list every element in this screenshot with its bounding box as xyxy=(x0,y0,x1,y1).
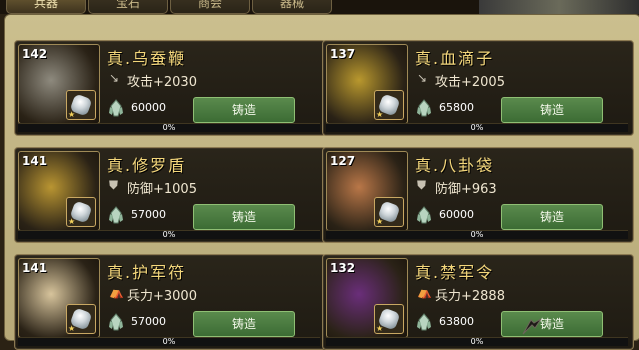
progress-label: 0% xyxy=(162,123,176,132)
star-icon: ★ xyxy=(376,217,384,226)
equipment-stat: 攻击+2030 xyxy=(127,75,197,90)
progress-label: 0% xyxy=(162,230,176,239)
equipment-name: 真.八卦袋 xyxy=(415,156,495,175)
crystal-icon xyxy=(417,313,431,331)
equipment-stat: 防御+1005 xyxy=(127,182,197,197)
gem-slot[interactable]: ★ xyxy=(374,90,404,120)
tab-gems[interactable]: 宝石 xyxy=(88,0,168,14)
equipment-stat: 兵力+2888 xyxy=(435,289,505,304)
equipment-name: 真.护军符 xyxy=(107,263,187,282)
tab-machinery[interactable]: 器械 xyxy=(252,0,332,14)
sword-icon: ↘ xyxy=(109,71,120,85)
equipment-name: 真.修罗盾 xyxy=(107,156,187,175)
equipment-card: 142 ★ 真.乌蚕鞭 ↘ 攻击+2030 60000 铸造 0% xyxy=(14,40,326,136)
equipment-icon[interactable]: 142 ★ xyxy=(18,44,100,124)
equipment-level: 137 xyxy=(330,47,356,61)
star-icon: ★ xyxy=(376,110,384,119)
tab-weapons[interactable]: 兵器 xyxy=(6,0,86,14)
equipment-level: 141 xyxy=(22,154,48,168)
shield-icon: ⛊ xyxy=(417,178,427,192)
crystal-icon xyxy=(109,99,123,117)
forge-button[interactable]: 铸造 xyxy=(193,204,295,230)
forge-progress-bar: 0% xyxy=(18,337,320,346)
forge-progress-bar: 0% xyxy=(18,230,320,239)
equipment-level: 141 xyxy=(22,261,48,275)
equipment-stat: 防御+963 xyxy=(435,182,497,197)
equipment-icon[interactable]: 137 ★ xyxy=(326,44,408,124)
crystal-icon xyxy=(109,313,123,331)
equipment-card: 132 ★ 真.禁军令 ⛺ 兵力+2888 63800 铸造 0% xyxy=(322,254,634,350)
tab-merchant[interactable]: 商会 xyxy=(170,0,250,14)
gem-slot[interactable]: ★ xyxy=(374,304,404,334)
equipment-card: 127 ★ 真.八卦袋 ⛊ 防御+963 60000 铸造 0% xyxy=(322,147,634,243)
star-icon: ★ xyxy=(68,324,76,333)
forge-progress-bar: 0% xyxy=(326,230,628,239)
forge-cost: 65800 xyxy=(439,101,474,114)
progress-label: 0% xyxy=(162,337,176,346)
star-icon: ★ xyxy=(376,324,384,333)
crystal-icon xyxy=(109,206,123,224)
equipment-name: 真.血滴子 xyxy=(415,49,495,68)
forge-button[interactable]: 铸造 xyxy=(501,204,603,230)
game-cursor-icon xyxy=(522,318,542,335)
forge-cost: 57000 xyxy=(131,315,166,328)
equipment-level: 132 xyxy=(330,261,356,275)
equipment-card: 141 ★ 真.护军符 ⛺ 兵力+3000 57000 铸造 0% xyxy=(14,254,326,350)
top-tab-bar: 兵器 宝石 商会 器械 xyxy=(0,0,639,14)
equipment-icon[interactable]: 132 ★ xyxy=(326,258,408,338)
gem-slot[interactable]: ★ xyxy=(374,197,404,227)
forge-cost: 60000 xyxy=(439,208,474,221)
forge-button[interactable]: 铸造 xyxy=(501,97,603,123)
star-icon: ★ xyxy=(68,217,76,226)
forge-cost: 63800 xyxy=(439,315,474,328)
forge-button[interactable]: 铸造 xyxy=(193,311,295,337)
equipment-icon[interactable]: 127 ★ xyxy=(326,151,408,231)
progress-label: 0% xyxy=(470,230,484,239)
forge-progress-bar: 0% xyxy=(326,123,628,132)
forge-cost: 60000 xyxy=(131,101,166,114)
star-icon: ★ xyxy=(68,110,76,119)
equipment-icon[interactable]: 141 ★ xyxy=(18,151,100,231)
forge-cost: 57000 xyxy=(131,208,166,221)
progress-label: 0% xyxy=(470,123,484,132)
equipment-stat: 兵力+3000 xyxy=(127,289,197,304)
forge-button[interactable]: 铸造 xyxy=(193,97,295,123)
equipment-level: 127 xyxy=(330,154,356,168)
equipment-card: 137 ★ 真.血滴子 ↘ 攻击+2005 65800 铸造 0% xyxy=(322,40,634,136)
forge-progress-bar: 0% xyxy=(18,123,320,132)
background-scene xyxy=(479,0,639,14)
progress-label: 0% xyxy=(470,337,484,346)
shield-icon: ⛊ xyxy=(109,178,119,192)
gem-slot[interactable]: ★ xyxy=(66,90,96,120)
crystal-icon xyxy=(417,206,431,224)
gem-slot[interactable]: ★ xyxy=(66,197,96,227)
equipment-level: 142 xyxy=(22,47,48,61)
forge-progress-bar: 0% xyxy=(326,337,628,346)
equipment-stat: 攻击+2005 xyxy=(435,75,505,90)
forge-button[interactable]: 铸造 xyxy=(501,311,603,337)
sword-icon: ↘ xyxy=(417,71,428,85)
equipment-name: 真.乌蚕鞭 xyxy=(107,49,187,68)
equipment-name: 真.禁军令 xyxy=(415,263,495,282)
equipment-icon[interactable]: 141 ★ xyxy=(18,258,100,338)
crystal-icon xyxy=(417,99,431,117)
soldier-icon: ⛺ xyxy=(109,285,124,299)
equipment-card: 141 ★ 真.修罗盾 ⛊ 防御+1005 57000 铸造 0% xyxy=(14,147,326,243)
soldier-icon: ⛺ xyxy=(417,285,432,299)
gem-slot[interactable]: ★ xyxy=(66,304,96,334)
